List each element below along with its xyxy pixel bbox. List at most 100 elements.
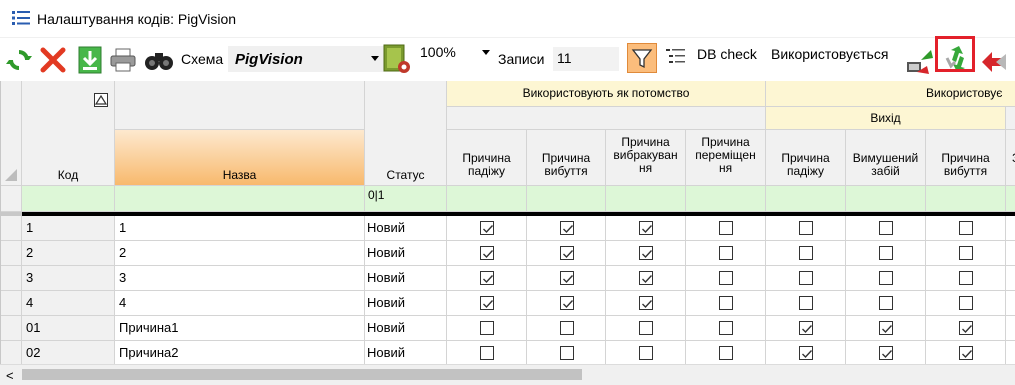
checkbox-unchecked[interactable] — [639, 346, 653, 360]
cell-status[interactable]: Новий — [365, 266, 447, 291]
checkbox-checked[interactable] — [879, 346, 893, 360]
horizontal-scrollbar[interactable]: < — [0, 364, 1015, 385]
column-header-checkbox[interactable]: Причина падіжу — [447, 130, 527, 186]
checkbox-checked[interactable] — [480, 246, 494, 260]
filter-cell-code[interactable] — [22, 186, 115, 212]
scrollbar-thumb[interactable] — [22, 369, 582, 380]
filter-cell-name[interactable] — [115, 186, 365, 212]
filter-cell[interactable] — [447, 186, 527, 212]
checkbox-unchecked[interactable] — [719, 221, 733, 235]
checkbox-checked[interactable] — [639, 221, 653, 235]
checkbox-unchecked[interactable] — [719, 346, 733, 360]
scroll-left-icon[interactable]: < — [6, 368, 14, 383]
cell-name[interactable]: 1 — [115, 216, 365, 241]
cell-status[interactable]: Новий — [365, 241, 447, 266]
checkbox-checked[interactable] — [560, 296, 574, 310]
column-header-status[interactable]: Статус — [365, 81, 447, 186]
column-header-checkbox[interactable]: Вимушений забій — [846, 130, 926, 186]
cell-code[interactable]: 2 — [22, 241, 115, 266]
filter-button[interactable] — [627, 43, 657, 73]
binoculars-icon[interactable] — [144, 49, 174, 71]
sort-ascending-icon[interactable] — [94, 93, 108, 107]
filter-cell[interactable] — [606, 186, 686, 212]
filter-cell[interactable] — [846, 186, 926, 212]
checkbox-unchecked[interactable] — [799, 296, 813, 310]
cell-status[interactable]: Новий — [365, 216, 447, 241]
checkbox-unchecked[interactable] — [879, 221, 893, 235]
cell-name[interactable]: Причина1 — [115, 316, 365, 341]
filter-cell[interactable] — [527, 186, 606, 212]
checkbox-checked[interactable] — [799, 321, 813, 335]
row-selector[interactable] — [1, 316, 22, 341]
cell-code[interactable]: 3 — [22, 266, 115, 291]
cell-name[interactable]: 3 — [115, 266, 365, 291]
checkbox-unchecked[interactable] — [799, 246, 813, 260]
back-icon[interactable] — [980, 48, 1010, 76]
scheme-settings-icon[interactable] — [382, 43, 412, 75]
row-selector[interactable] — [1, 266, 22, 291]
checkbox-checked[interactable] — [959, 321, 973, 335]
checkbox-unchecked[interactable] — [799, 221, 813, 235]
row-selector[interactable] — [1, 241, 22, 266]
checkbox-unchecked[interactable] — [959, 221, 973, 235]
column-header-checkbox[interactable]: Причина переміщен ня — [686, 130, 766, 186]
checkbox-checked[interactable] — [560, 246, 574, 260]
checkbox-checked[interactable] — [639, 296, 653, 310]
row-selector[interactable] — [1, 341, 22, 364]
cell-code[interactable]: 1 — [22, 216, 115, 241]
checkbox-unchecked[interactable] — [959, 296, 973, 310]
checkbox-unchecked[interactable] — [719, 271, 733, 285]
checkbox-unchecked[interactable] — [560, 346, 574, 360]
filter-cell[interactable] — [926, 186, 1006, 212]
checkbox-unchecked[interactable] — [959, 271, 973, 285]
checkbox-checked[interactable] — [639, 246, 653, 260]
db-check-button[interactable]: DB check — [697, 46, 757, 62]
checkbox-unchecked[interactable] — [480, 321, 494, 335]
cell-code[interactable]: 4 — [22, 291, 115, 316]
checkbox-unchecked[interactable] — [719, 296, 733, 310]
refresh-icon[interactable] — [6, 47, 32, 73]
checkbox-checked[interactable] — [480, 271, 494, 285]
checkbox-checked[interactable] — [639, 271, 653, 285]
cell-status[interactable]: Новий — [365, 341, 447, 364]
checkbox-unchecked[interactable] — [799, 271, 813, 285]
row-selector[interactable] — [1, 291, 22, 316]
checkbox-unchecked[interactable] — [879, 246, 893, 260]
filter-cell[interactable] — [686, 186, 766, 212]
checkbox-unchecked[interactable] — [879, 271, 893, 285]
checkbox-unchecked[interactable] — [719, 246, 733, 260]
column-header-checkbox[interactable]: Причина вибракуван ня — [606, 130, 686, 186]
used-button[interactable]: Використовується — [771, 46, 888, 62]
cell-code[interactable]: 02 — [22, 341, 115, 364]
filter-cell[interactable] — [1006, 186, 1015, 212]
checkbox-checked[interactable] — [560, 221, 574, 235]
checkbox-checked[interactable] — [480, 296, 494, 310]
checkbox-unchecked[interactable] — [639, 321, 653, 335]
cell-name[interactable]: 4 — [115, 291, 365, 316]
print-icon[interactable] — [110, 48, 136, 72]
cell-code[interactable]: 01 — [22, 316, 115, 341]
checkbox-unchecked[interactable] — [879, 296, 893, 310]
column-header-checkbox[interactable]: Причина вибуття — [926, 130, 1006, 186]
checkbox-checked[interactable] — [959, 346, 973, 360]
filter-cell-status[interactable]: 0|1 — [365, 186, 447, 212]
checkbox-unchecked[interactable] — [480, 346, 494, 360]
row-selector[interactable] — [1, 216, 22, 241]
cell-name[interactable]: Причина2 — [115, 341, 365, 364]
zoom-select[interactable]: 100% — [418, 44, 490, 66]
column-header-checkbox[interactable]: Причина падіжу — [766, 130, 846, 186]
scheme-select[interactable]: PigVision — [228, 46, 384, 72]
checkbox-unchecked[interactable] — [560, 321, 574, 335]
checkbox-checked[interactable] — [560, 271, 574, 285]
column-header-name[interactable]: Назва — [115, 130, 365, 186]
column-header-code[interactable]: Код — [22, 81, 115, 186]
checkbox-checked[interactable] — [879, 321, 893, 335]
cell-status[interactable]: Новий — [365, 316, 447, 341]
import-icon[interactable] — [78, 46, 102, 74]
filter-cell[interactable] — [766, 186, 846, 212]
checkbox-checked[interactable] — [480, 221, 494, 235]
checkbox-unchecked[interactable] — [959, 246, 973, 260]
checkbox-unchecked[interactable] — [719, 321, 733, 335]
move-icon[interactable] — [905, 48, 935, 76]
columns-icon[interactable] — [665, 47, 687, 69]
